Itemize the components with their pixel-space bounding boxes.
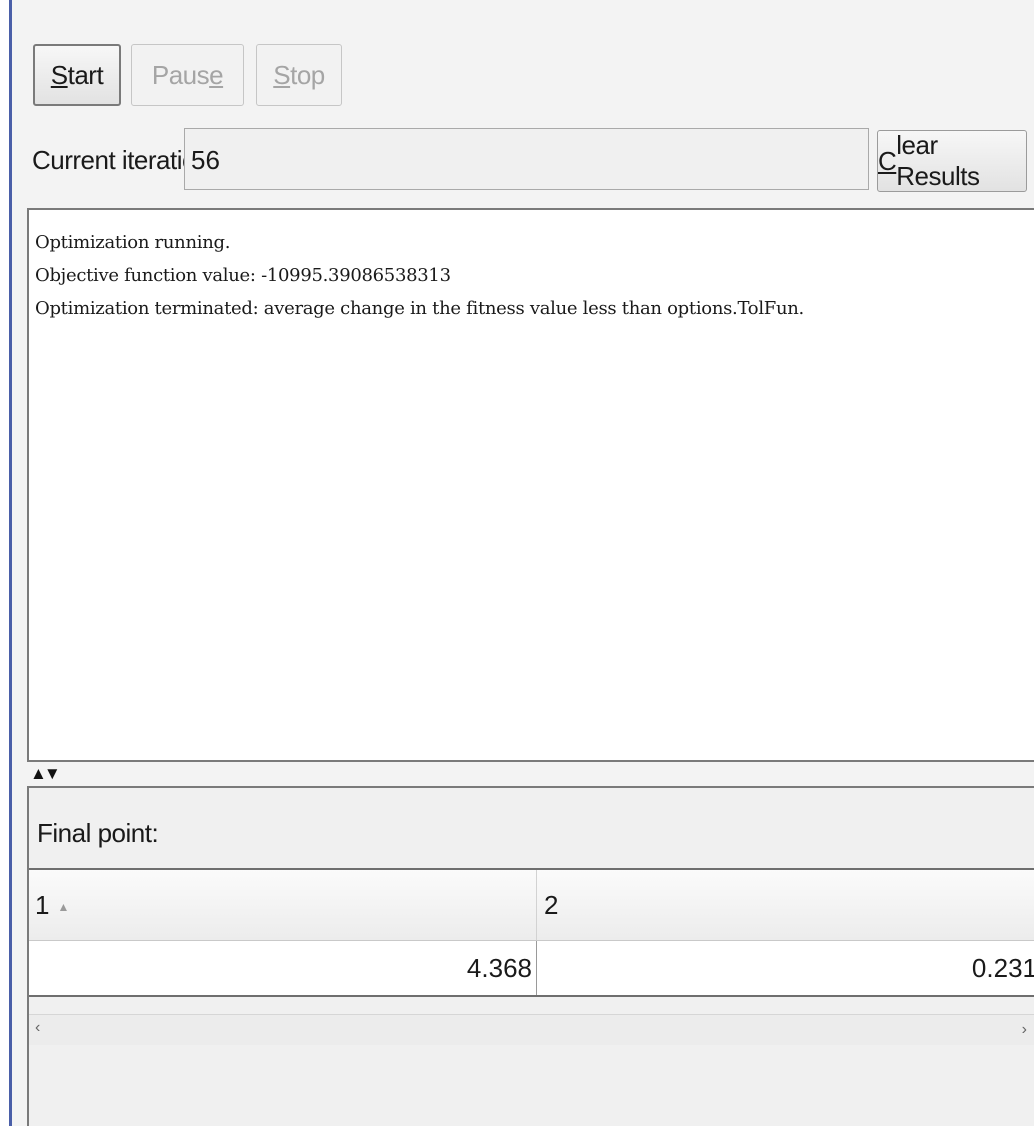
table-row: 4.368 0.231 (29, 941, 1034, 997)
table-cell-2[interactable]: 0.231 (537, 941, 1034, 995)
start-label: tart (67, 59, 104, 90)
start-button[interactable]: Start (33, 44, 121, 106)
window-left-border (0, 0, 12, 1126)
table-header: 1 ▲ 2 (29, 870, 1034, 941)
sort-ascending-icon: ▲ (57, 900, 70, 915)
optimization-tool-window: Start Paus e Stop Current iteration: 56 C… (0, 0, 1034, 1126)
horizontal-scrollbar[interactable]: ‹ › (29, 1014, 1034, 1045)
stop-mnemonic: S (273, 59, 291, 90)
column-header-label: 1 (35, 890, 50, 920)
scroll-right-arrow-icon[interactable]: › (1022, 1021, 1027, 1039)
scroll-left-arrow-icon[interactable]: ‹ (35, 1019, 40, 1037)
clear-label: lear Results (896, 130, 980, 191)
pause-mnemonic: e (209, 59, 224, 90)
column-header-label: 2 (544, 890, 559, 920)
pause-button[interactable]: Paus e (131, 44, 244, 106)
output-line: Objective function value: -10995.3908653… (35, 265, 451, 286)
column-header-2[interactable]: 2 (537, 870, 1034, 940)
final-point-pane: Final point: 1 ▲ 2 4.368 0.231 ‹ › (27, 786, 1034, 1126)
current-iteration-field: 56 (184, 128, 869, 190)
start-mnemonic: S (50, 59, 68, 90)
output-line: Optimization terminated: average change … (35, 298, 804, 319)
final-point-label: Final point: (37, 818, 159, 848)
table-cell-1[interactable]: 4.368 (29, 941, 537, 995)
pane-splitter-arrows-icon[interactable]: ▲▼ (30, 762, 61, 786)
stop-button[interactable]: Stop (256, 44, 342, 106)
column-header-1[interactable]: 1 ▲ (29, 870, 537, 940)
output-line: Optimization running. (35, 232, 231, 253)
final-point-table: 1 ▲ 2 4.368 0.231 (29, 868, 1034, 997)
clear-results-button[interactable]: Clear Results (877, 130, 1027, 192)
clear-mnemonic: C (878, 145, 897, 176)
pause-label: Paus (151, 59, 210, 90)
stop-label: top (290, 59, 325, 90)
status-output-pane[interactable]: Optimization running. Objective function… (27, 208, 1034, 762)
